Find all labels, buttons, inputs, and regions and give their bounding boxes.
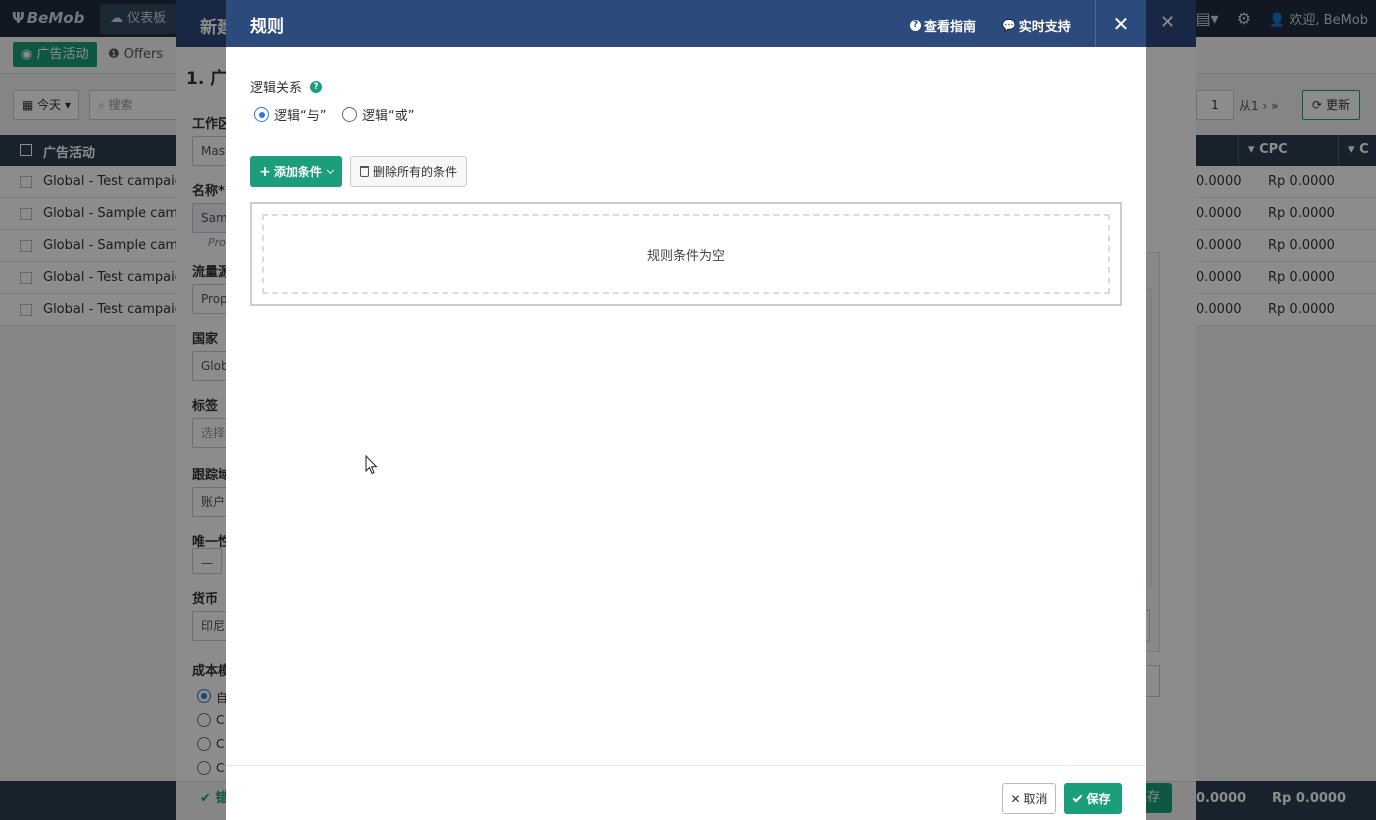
modal-footer: ✕ 取消 保存 — [226, 765, 1146, 820]
rule-conditions-dropzone: 规则条件为空 — [262, 214, 1110, 294]
modal-title: 规则 — [250, 17, 284, 37]
logic-and-label: 逻辑“与” — [274, 109, 327, 124]
logic-and-option[interactable]: 逻辑“与” — [254, 105, 326, 124]
cancel-button[interactable]: ✕ 取消 — [1002, 783, 1056, 814]
logic-or-radio[interactable] — [342, 107, 357, 122]
delete-all-conditions-button[interactable]: 删除所有的条件 — [350, 156, 467, 187]
rule-conditions-container: 规则条件为空 — [250, 202, 1122, 306]
header-divider — [1095, 0, 1096, 47]
add-condition-label: 添加条件 — [273, 165, 322, 179]
rules-modal: 规则 ? 查看指南 💬 实时支持 ✕ 逻辑关系 ? 逻辑“与” 逻辑“或” + … — [226, 0, 1146, 820]
help-icon[interactable]: ? — [310, 80, 323, 93]
logic-or-option[interactable]: 逻辑“或” — [342, 105, 414, 124]
save-label: 保存 — [1086, 792, 1111, 806]
support-label: 实时支持 — [1018, 20, 1071, 35]
close-icon: ✕ — [1010, 791, 1021, 806]
trash-icon — [359, 166, 369, 177]
chevron-down-icon — [326, 166, 334, 174]
live-support-link[interactable]: 💬 实时支持 — [1002, 16, 1071, 35]
question-icon: ? — [910, 20, 921, 31]
empty-conditions-text: 规则条件为空 — [646, 248, 725, 264]
chat-icon: 💬 — [1002, 19, 1016, 32]
logic-or-label: 逻辑“或” — [362, 109, 415, 124]
guide-link[interactable]: ? 查看指南 — [910, 16, 976, 35]
delete-all-label: 删除所有的条件 — [372, 165, 457, 179]
save-button[interactable]: 保存 — [1064, 783, 1122, 814]
modal-header: 规则 ? 查看指南 💬 实时支持 ✕ — [226, 0, 1146, 47]
mouse-cursor-icon — [365, 455, 378, 475]
logic-relation-text: 逻辑关系 — [250, 81, 303, 96]
guide-label: 查看指南 — [924, 20, 977, 35]
cancel-label: 取消 — [1023, 792, 1048, 806]
close-icon[interactable]: ✕ — [1106, 9, 1136, 39]
logic-and-radio[interactable] — [254, 107, 269, 122]
add-condition-button[interactable]: + 添加条件 — [250, 156, 342, 187]
logic-relation-label: 逻辑关系 ? — [250, 77, 323, 96]
check-icon — [1073, 792, 1083, 802]
plus-icon: + — [259, 163, 271, 180]
